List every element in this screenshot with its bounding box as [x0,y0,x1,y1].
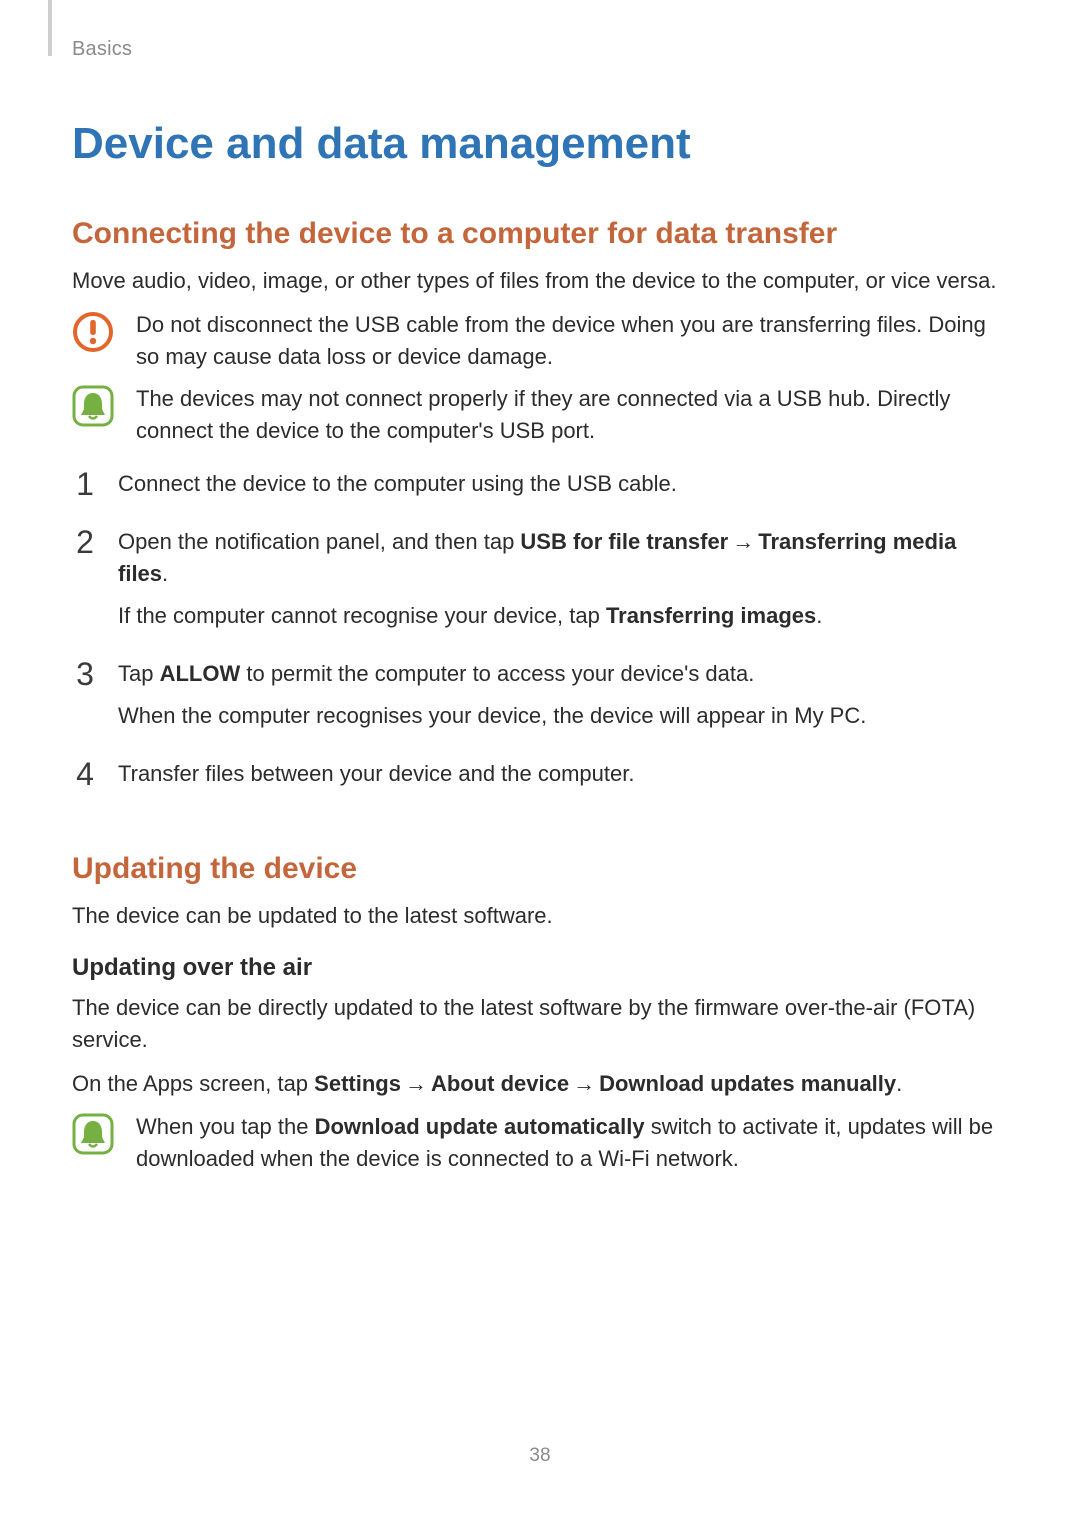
page-content: Basics Device and data management Connec… [0,0,1080,1175]
warning-icon [72,311,114,353]
note-callout-1: The devices may not connect properly if … [72,383,1008,447]
bold-text: Download update automatically [315,1114,645,1139]
bell-icon [72,385,114,427]
bold-text: Transferring images [606,603,816,628]
subheading-ota: Updating over the air [72,954,1008,982]
paragraph-path: On the Apps screen, tap Settings→About d… [72,1068,1008,1100]
text-fragment: If the computer cannot recognise your de… [118,603,606,628]
step-number: 2 [72,526,98,558]
step-1: 1 Connect the device to the computer usi… [72,468,1008,500]
text-fragment: On the Apps screen, tap [72,1071,314,1096]
step-4: 4 Transfer files between your device and… [72,758,1008,790]
step-number: 4 [72,758,98,790]
section-intro: Move audio, video, image, or other types… [72,265,1008,297]
text-fragment: Tap [118,661,160,686]
note-text-1: The devices may not connect properly if … [136,383,1008,447]
warning-text: Do not disconnect the USB cable from the… [136,309,1008,373]
bold-text: USB for file transfer [520,529,728,554]
step-subtext: When the computer recognises your device… [118,700,1008,732]
text-fragment: . [816,603,822,628]
section-intro-2: The device can be updated to the latest … [72,900,1008,932]
step-text: Transfer files between your device and t… [118,758,1008,790]
step-subtext: If the computer cannot recognise your de… [118,600,1008,632]
page-title: Device and data management [72,119,1008,169]
arrow-icon: → [401,1071,431,1096]
step-3: 3 Tap ALLOW to permit the computer to ac… [72,658,1008,732]
bold-text: About device [431,1071,569,1096]
section-heading-updating: Updating the device [72,852,1008,886]
steps-list: 1 Connect the device to the computer usi… [72,468,1008,789]
bold-text: Settings [314,1071,401,1096]
arrow-icon: → [728,529,758,554]
warning-callout: Do not disconnect the USB cable from the… [72,309,1008,373]
step-text: Open the notification panel, and then ta… [118,526,1008,632]
section-heading-connecting: Connecting the device to a computer for … [72,217,1008,251]
note-callout-2: When you tap the Download update automat… [72,1111,1008,1175]
page-number: 38 [0,1445,1080,1467]
bold-text: Download updates manually [599,1071,896,1096]
text-fragment: . [162,561,168,586]
note-text-2: When you tap the Download update automat… [136,1111,1008,1175]
step-text: Tap ALLOW to permit the computer to acce… [118,658,1008,732]
header-rule [48,0,52,56]
text-fragment: When you tap the [136,1114,315,1139]
step-number: 1 [72,468,98,500]
text-fragment: to permit the computer to access your de… [240,661,754,686]
step-number: 3 [72,658,98,690]
text-fragment: . [896,1071,902,1096]
arrow-icon: → [569,1071,599,1096]
bell-icon [72,1113,114,1155]
step-text: Connect the device to the computer using… [118,468,1008,500]
step-2: 2 Open the notification panel, and then … [72,526,1008,632]
breadcrumb: Basics [72,38,1008,61]
bold-text: ALLOW [160,661,241,686]
paragraph-fota: The device can be directly updated to th… [72,992,1008,1056]
text-fragment: Open the notification panel, and then ta… [118,529,520,554]
